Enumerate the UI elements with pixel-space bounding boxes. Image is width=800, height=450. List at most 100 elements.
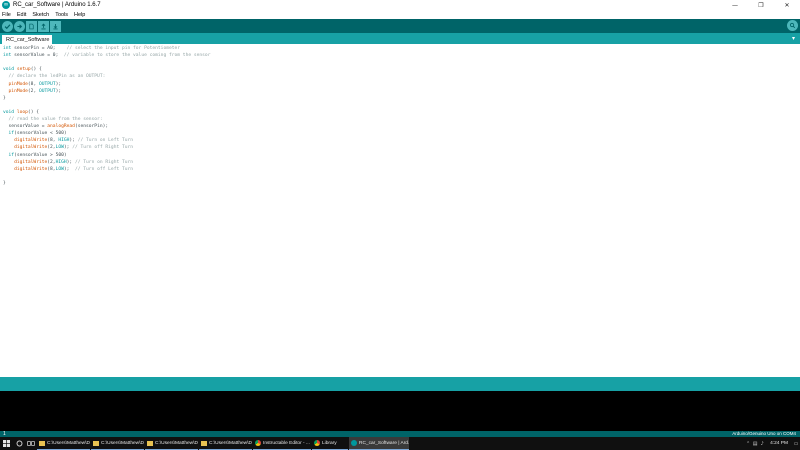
task-view-button[interactable] (25, 437, 37, 450)
code-text: () { (27, 109, 39, 115)
code-keyword: void (3, 109, 17, 115)
code-text: } (3, 180, 6, 186)
code-text: ); (55, 81, 62, 87)
code-text: (sensorValue > 500) (14, 152, 67, 158)
code-constant: OUTPUT (38, 88, 56, 94)
code-text: (8, (47, 166, 56, 172)
code-editor[interactable]: int sensorPin = A0; // select the input … (0, 44, 800, 377)
code-line: if(sensorValue > 500) (3, 152, 67, 159)
task-view-icon (27, 441, 35, 446)
menu-file[interactable]: File (2, 12, 11, 18)
code-constant: LOW (55, 145, 64, 151)
code-keyword: int (3, 46, 15, 51)
code-constant: HIGH (55, 159, 67, 165)
tab-menu-chevron-icon[interactable]: ▾ (790, 35, 797, 42)
code-text: sensorValue = 0; (14, 53, 64, 59)
save-icon (53, 23, 58, 29)
code-text: ); (69, 138, 78, 144)
code-text: (2, (47, 145, 56, 151)
code-line: int sensorValue = 0; // variable to stor… (3, 52, 210, 59)
folder-icon (39, 440, 45, 446)
tab-rc-car-software[interactable]: RC_car_Software (2, 35, 52, 44)
code-comment: // variable to store the value coming fr… (63, 53, 211, 59)
folder-icon (201, 440, 207, 446)
taskbar-app-label: C:\Users\Matthew\De... (101, 440, 144, 446)
window-controls: — ❐ ✕ (722, 0, 800, 10)
console-output[interactable] (0, 391, 800, 431)
network-icon[interactable]: ▤ (752, 437, 758, 450)
code-line: } (3, 95, 6, 102)
minimize-button[interactable]: — (722, 0, 748, 10)
code-function: pinMode (3, 81, 28, 87)
code-text: ); (63, 166, 75, 172)
taskbar-app-7[interactable]: RC_car_Software | Ard... (349, 437, 409, 450)
code-line: void setup() { (3, 66, 42, 73)
code-line: void loop() { (3, 109, 39, 116)
taskbar-app-label: Instructable Editor - ... (263, 440, 310, 446)
code-keyword: if (3, 131, 15, 137)
taskbar-app-label: Library (322, 440, 337, 446)
code-constant: OUTPUT (38, 81, 56, 87)
code-line: digitalWrite(8,LOW); // Turn off Left Tu… (3, 166, 133, 173)
code-text: ); (66, 159, 75, 165)
menu-sketch[interactable]: Sketch (32, 12, 49, 18)
code-text: ); (63, 145, 73, 151)
verify-button[interactable] (2, 20, 13, 32)
close-button[interactable]: ✕ (774, 0, 800, 10)
upload-button[interactable] (14, 20, 25, 32)
menu-tools[interactable]: Tools (55, 12, 68, 18)
code-function: setup (16, 67, 31, 73)
code-function: pinMode (3, 88, 28, 94)
upload-icon (17, 23, 23, 29)
code-text: (sensorPin); (74, 124, 109, 130)
notifications-icon[interactable]: ▭ (792, 437, 800, 450)
status-bar (0, 377, 800, 391)
menu-bar: File Edit Sketch Tools Help (0, 10, 800, 19)
code-text: } (3, 95, 6, 101)
windows-taskbar: C:\Users\Matthew\De... C:\Users\Matthew\D… (0, 437, 800, 450)
save-button[interactable] (50, 20, 61, 32)
code-text: ); (55, 88, 62, 94)
start-button[interactable] (0, 437, 13, 450)
code-text: (8, (47, 138, 59, 144)
code-line: digitalWrite(8, HIGH); // Turn on Left T… (3, 137, 133, 144)
chrome-icon (255, 440, 261, 446)
window-title: RC_car_Software | Arduino 1.6.7 (13, 2, 101, 8)
code-function: loop (16, 109, 28, 115)
new-button[interactable] (26, 20, 37, 32)
code-text: (2, (47, 159, 56, 165)
tray-chevron-icon[interactable]: ⌃ (745, 437, 751, 450)
code-comment: // Turn on Left Turn (77, 138, 134, 144)
code-constant: LOW (55, 166, 64, 172)
code-keyword: void (3, 67, 17, 73)
taskbar-app-5[interactable]: Instructable Editor - ... (253, 437, 311, 450)
volume-icon[interactable]: ♪ (759, 437, 765, 450)
folder-icon (147, 440, 153, 446)
taskbar-app-2[interactable]: C:\Users\Matthew\De... (91, 437, 144, 450)
code-comment: // Turn on Right Turn (74, 159, 134, 165)
taskbar-app-1[interactable]: C:\Users\Matthew\De... (37, 437, 90, 450)
maximize-button[interactable]: ❐ (748, 0, 774, 10)
taskbar-app-4[interactable]: C:\Users\Matthew\De... (199, 437, 252, 450)
open-button[interactable] (38, 20, 49, 32)
code-function: digitalWrite (3, 145, 48, 151)
menu-edit[interactable]: Edit (17, 12, 26, 18)
taskbar-app-label: C:\Users\Matthew\De... (209, 440, 252, 446)
menu-help[interactable]: Help (74, 12, 85, 18)
cortana-button[interactable] (13, 437, 25, 450)
code-line: digitalWrite(2,HIGH); // Turn on Right T… (3, 159, 133, 166)
taskbar-app-label: C:\Users\Matthew\De... (155, 440, 198, 446)
toolbar (0, 19, 800, 33)
folder-icon (93, 440, 99, 446)
code-text: (2, (27, 88, 39, 94)
code-comment: // read the value from the sensor: (8, 117, 103, 122)
code-comment: // Turn off Left Turn (74, 166, 134, 172)
new-icon (29, 23, 34, 29)
arduino-icon (351, 440, 357, 446)
code-keyword: if (3, 152, 15, 158)
serial-monitor-button[interactable] (787, 20, 798, 31)
taskbar-app-3[interactable]: C:\Users\Matthew\De... (145, 437, 198, 450)
code-function: digitalWrite (3, 159, 48, 165)
taskbar-app-6[interactable]: Library (312, 437, 348, 450)
clock-time[interactable]: 4:24 PM (770, 441, 788, 446)
